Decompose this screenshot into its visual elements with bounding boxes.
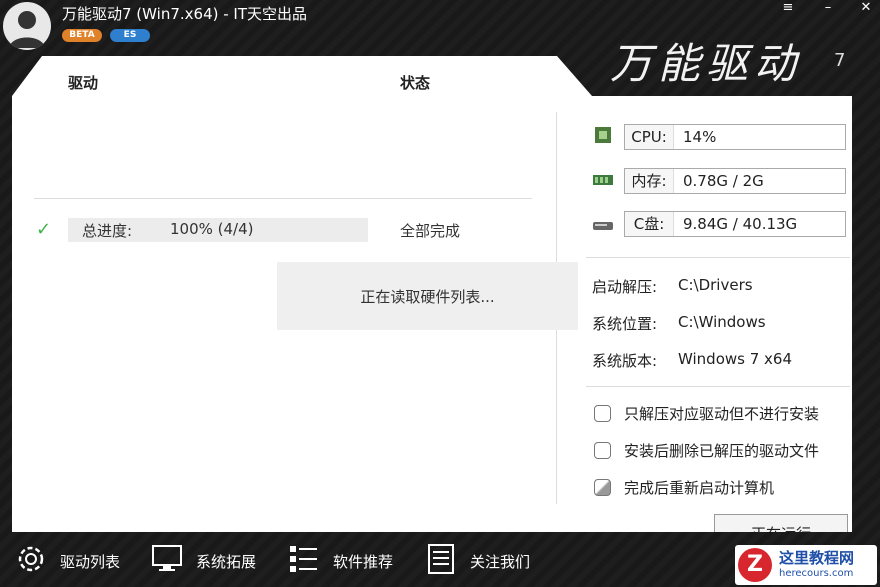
- cpu-label: CPU:: [625, 125, 674, 149]
- nav-system-expand-label: 系统拓展: [196, 553, 257, 571]
- memory-value: 0.78G / 2G: [683, 172, 764, 190]
- delete-after-checkbox[interactable]: [594, 442, 611, 459]
- restart-label: 完成后重新启动计算机: [624, 479, 775, 497]
- beta-badge: BETA: [62, 29, 102, 42]
- nav-system-expand[interactable]: 系统拓展: [150, 542, 270, 578]
- close-button[interactable]: ✕: [854, 0, 878, 16]
- extract-only-label: 只解压对应驱动但不进行安装: [624, 405, 820, 423]
- system-path-value: C:\Windows: [678, 313, 766, 331]
- menu-button[interactable]: ≡: [776, 0, 800, 16]
- user-avatar[interactable]: [3, 2, 51, 50]
- column-header-status: 状态: [400, 74, 431, 92]
- document-icon: [428, 544, 454, 574]
- system-version-value: Windows 7 x64: [678, 350, 793, 368]
- cpu-icon: [595, 127, 611, 143]
- delete-after-label: 安装后删除已解压的驱动文件: [624, 442, 820, 460]
- watermark-logo: Z: [738, 548, 772, 582]
- total-progress-bar: 总进度: 100% (4/4): [68, 218, 368, 242]
- disk-label: C盘:: [625, 212, 674, 236]
- window-title: 万能驱动7 (Win7.x64) - IT天空出品: [62, 5, 308, 23]
- monitor-icon: [152, 545, 182, 571]
- brand-version: 7: [834, 50, 846, 71]
- memory-icon: [593, 175, 613, 185]
- gear-icon: [18, 546, 44, 572]
- extract-path-row: 启动解压: C:\Drivers: [592, 276, 753, 297]
- brand-logo-text: 万能驱动: [610, 39, 803, 88]
- loading-popup: 正在读取硬件列表...: [277, 262, 578, 330]
- nav-follow-us-label: 关注我们: [470, 553, 531, 571]
- nav-driver-list-label: 驱动列表: [60, 553, 121, 571]
- extract-only-checkbox[interactable]: [594, 405, 611, 422]
- es-badge: ES: [110, 29, 150, 42]
- nav-driver-list[interactable]: 驱动列表: [14, 542, 134, 578]
- extract-path-label: 启动解压:: [592, 278, 658, 296]
- watermark-cn-text: 这里教程网: [779, 549, 855, 567]
- progress-status: 全部完成: [400, 222, 461, 240]
- progress-value: 100% (4/4): [170, 220, 254, 238]
- complete-check-icon: ✓: [36, 219, 52, 240]
- list-divider: [34, 198, 532, 199]
- list-icon: [290, 546, 317, 572]
- system-path-label: 系统位置:: [592, 315, 658, 333]
- loading-text: 正在读取硬件列表...: [360, 288, 495, 306]
- nav-software-label: 软件推荐: [333, 553, 394, 571]
- site-watermark: Z 这里教程网 herecours.com: [735, 545, 877, 585]
- memory-usage-box: 内存: 0.78G / 2G: [624, 168, 846, 194]
- system-version-label: 系统版本:: [592, 352, 658, 370]
- disk-icon: [593, 222, 613, 230]
- cpu-value: 14%: [683, 128, 717, 146]
- column-header-driver: 驱动: [68, 74, 99, 92]
- stats-divider: [586, 257, 850, 258]
- watermark-en-text: herecours.com: [779, 568, 854, 579]
- restart-checkbox[interactable]: [594, 479, 611, 496]
- extract-path-value: C:\Drivers: [678, 276, 753, 294]
- system-version-row: 系统版本: Windows 7 x64: [592, 350, 792, 371]
- user-icon: [9, 11, 45, 48]
- minimize-button[interactable]: –: [816, 0, 840, 16]
- disk-value: 9.84G / 40.13G: [683, 215, 798, 233]
- app-window: 万能驱动7 (Win7.x64) - IT天空出品 BETA ES ≡ – ✕ …: [0, 0, 880, 587]
- progress-label: 总进度:: [82, 222, 133, 240]
- disk-usage-box: C盘: 9.84G / 40.13G: [624, 211, 846, 237]
- memory-label: 内存:: [625, 169, 674, 193]
- system-path-row: 系统位置: C:\Windows: [592, 313, 766, 334]
- cpu-usage-box: CPU: 14%: [624, 124, 846, 150]
- nav-follow-us[interactable]: 关注我们: [424, 542, 544, 578]
- nav-software[interactable]: 软件推荐: [287, 542, 407, 578]
- info-divider: [586, 386, 850, 387]
